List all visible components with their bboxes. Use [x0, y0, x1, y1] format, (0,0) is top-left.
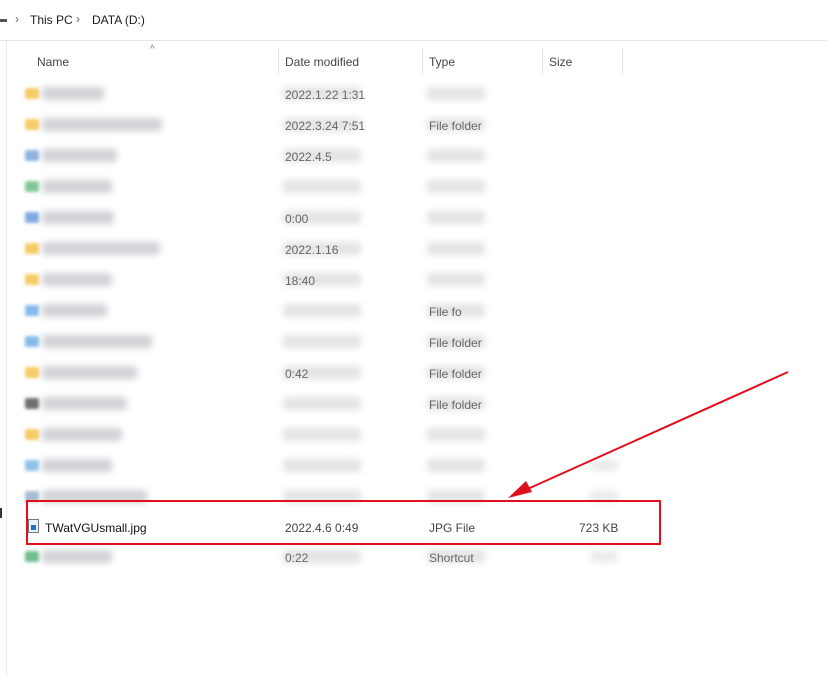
annotation-arrow: [508, 371, 789, 498]
arrowhead: [508, 481, 532, 498]
